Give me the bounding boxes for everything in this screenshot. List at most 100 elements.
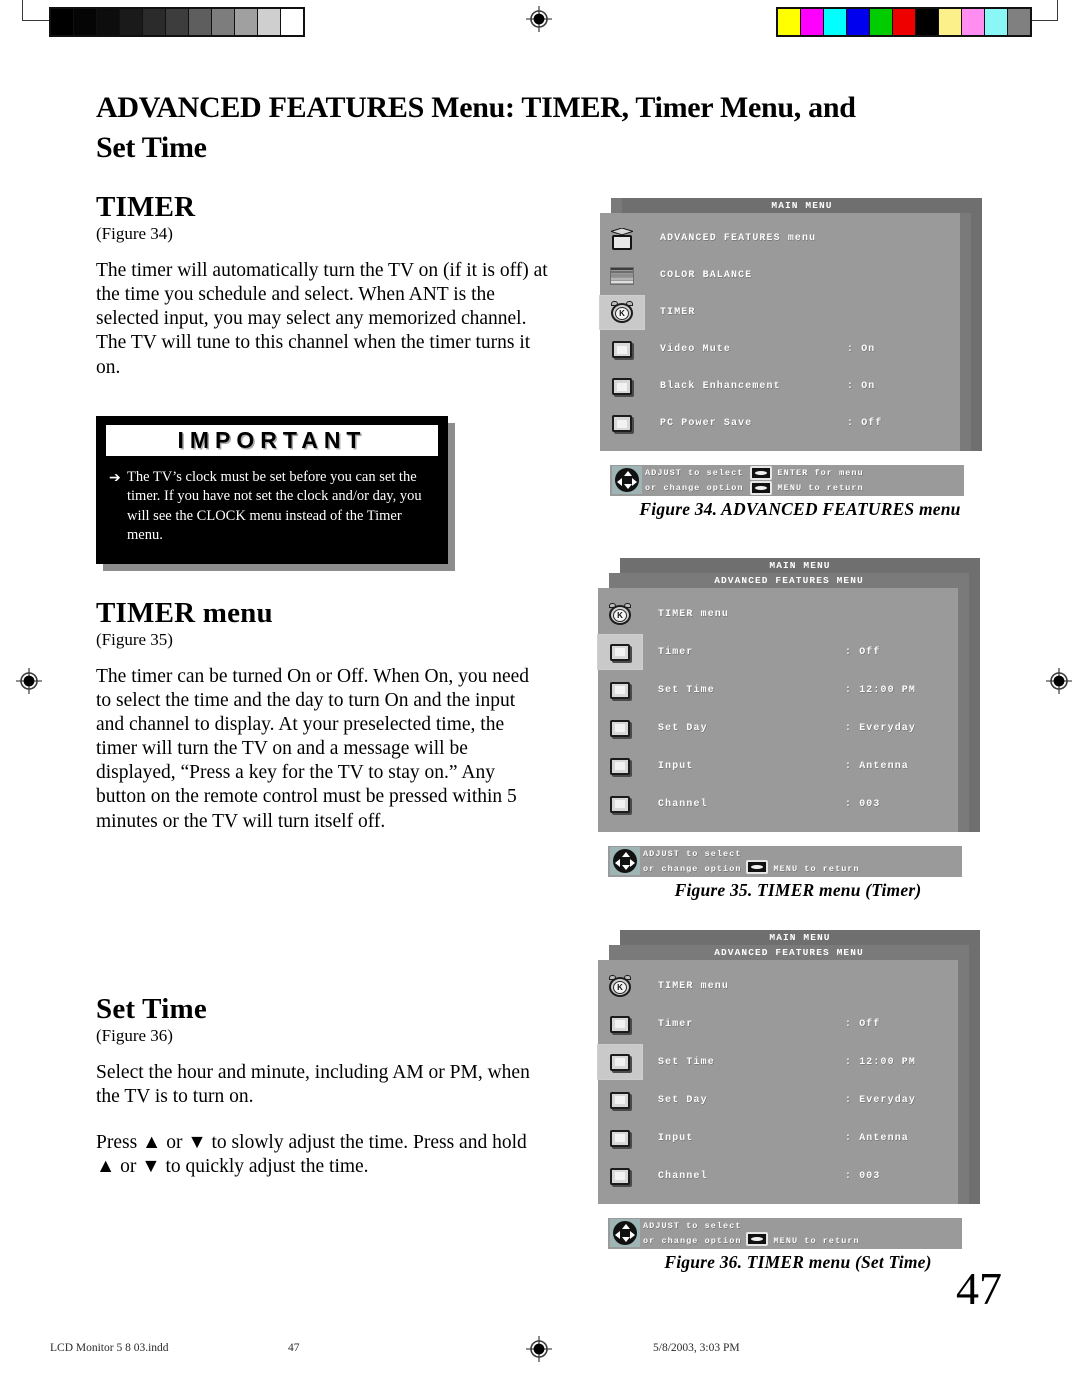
color-patch [824, 9, 847, 35]
hint-line-1: ADJUST to select [643, 848, 742, 859]
menu-row-icon[interactable] [600, 370, 644, 403]
menu-row[interactable]: Input : Antenna [598, 747, 958, 785]
menu-row-icon[interactable] [600, 407, 644, 440]
menu-row[interactable]: K TIMER [600, 294, 960, 331]
section-body-timer: The timer will automatically turn the TV… [96, 259, 548, 378]
menu-row[interactable]: PC Power Save: Off [600, 405, 960, 442]
menu-row-icon[interactable] [598, 711, 642, 745]
menu-row[interactable]: Set Time: 12:00 PM [598, 1043, 958, 1081]
grayscale-patch [258, 9, 281, 35]
menu-row[interactable]: K TIMER menu [598, 595, 958, 633]
menu-row-icon-highlighted[interactable]: K [600, 296, 644, 329]
figure-36-caption: Figure 36. TIMER menu (Set Time) [664, 1252, 932, 1272]
figure-35-caption: Figure 35. TIMER menu (Timer) [674, 880, 922, 900]
menu-row-label: TIMER menu [658, 980, 730, 992]
menu-row-icon[interactable] [600, 333, 644, 366]
menu-row-icon[interactable] [598, 1007, 642, 1041]
menu-row[interactable]: Timer : Off [598, 633, 958, 671]
menu-row[interactable]: K TIMER menu [598, 967, 958, 1005]
print-footer: LCD Monitor 5 8 03.indd 47 5/8/2003, 3:0… [0, 1342, 1080, 1362]
monitor-icon [612, 341, 632, 358]
registration-target-icon [1046, 668, 1072, 694]
menu-row[interactable]: COLOR BALANCE [600, 257, 960, 294]
monitor-icon [612, 378, 632, 395]
figure-34-menu-body: ADVANCED FEATURES menu COLOR BALANCE K TIME… [600, 213, 960, 451]
menu-row[interactable]: Timer: Off [598, 1005, 958, 1043]
menu-row-label: Input [658, 760, 694, 772]
menu-row-icon[interactable] [598, 673, 642, 707]
menu-row-icon[interactable] [598, 749, 642, 783]
menu-row-icon[interactable] [600, 222, 644, 255]
figure-34-block: MAIN MENU ADVANCED FEATURES menu COLOR BAL… [600, 198, 1000, 520]
menu-row-icon[interactable] [598, 787, 642, 821]
monitor-icon [610, 1015, 630, 1033]
registration-target-icon [526, 6, 552, 32]
advanced-features-icon [610, 227, 634, 250]
menu-row-value: : 12:00 PM [845, 684, 917, 696]
menu-row-value: : Everyday [845, 1094, 917, 1106]
menu-button-icon[interactable] [749, 481, 772, 495]
grayscale-patch [120, 9, 143, 35]
timer-clock-icon: K [610, 301, 634, 324]
menu-row[interactable]: Input: Antenna [598, 1119, 958, 1157]
menu-row[interactable]: Set Day : Everyday [598, 1081, 958, 1119]
menu-row-icon[interactable] [598, 1083, 642, 1117]
menu-row-value: : 003 [845, 798, 881, 810]
menu-row-label: Black Enhancement [660, 381, 781, 392]
grayscale-patch [74, 9, 97, 35]
menu-row-label: Channel [658, 798, 708, 810]
monitor-icon [610, 1167, 630, 1185]
menu-row-value: : 003 [845, 1170, 881, 1182]
section-heading-timer-menu: TIMER menu [96, 596, 273, 629]
hint-line-4: MENU to return [773, 864, 860, 874]
adjust-dpad-icon[interactable] [612, 466, 642, 494]
menu-row-value: : On [847, 381, 876, 392]
menu-row-icon-highlighted[interactable] [598, 1045, 642, 1079]
enter-button-icon[interactable] [749, 466, 772, 480]
menu-row-value: : Antenna [845, 760, 909, 772]
menu-row[interactable]: Channel : 003 [598, 1157, 958, 1195]
menu-row[interactable]: ADVANCED FEATURES menu [600, 220, 960, 257]
hint-line-4: MENU to return [777, 482, 864, 493]
menu-row[interactable]: Set Day: Everyday [598, 709, 958, 747]
menu-row-icon-highlighted[interactable] [598, 635, 642, 669]
page-number: 47 [956, 1263, 1002, 1314]
menu-row-label: Channel [658, 1170, 708, 1182]
menu-button-icon[interactable] [745, 1232, 768, 1246]
menu-row-label: Set Time [658, 684, 715, 696]
figure-35-hint-bar: ADJUST to select or change option MENU to … [608, 846, 962, 877]
menu-row-icon[interactable] [598, 1121, 642, 1155]
figure-ref-36: (Figure 36) [96, 1026, 173, 1046]
menu-row-icon[interactable]: K [598, 969, 642, 1003]
menu-row-label: TIMER [660, 307, 696, 318]
menu-row[interactable]: Video Mute: On [600, 331, 960, 368]
menu-row-value: : Off [845, 646, 881, 658]
monitor-icon [610, 795, 630, 813]
arrow-bullet-icon: ➔ [109, 470, 121, 486]
menu-row-icon[interactable] [600, 259, 644, 292]
adjust-dpad-icon[interactable] [610, 1219, 640, 1247]
color-patch [847, 9, 870, 35]
menu-row[interactable]: Black Enhancement : On [600, 368, 960, 405]
section-heading-set-time: Set Time [96, 992, 207, 1025]
section-heading-timer: TIMER [96, 191, 196, 223]
menu-row-label: Timer [658, 1018, 694, 1030]
menu-row[interactable]: Set Time : 12:00 PM [598, 671, 958, 709]
menu-row-label: Timer [658, 646, 694, 658]
important-callout-title: IMPORTANT [106, 424, 438, 456]
menu-button-icon[interactable] [745, 860, 768, 874]
monitor-icon [610, 1129, 630, 1147]
menu-row-label: Set Day [658, 1094, 708, 1106]
footer-timestamp: 5/8/2003, 3:03 PM [653, 1342, 740, 1354]
adjust-dpad-icon[interactable] [610, 847, 640, 875]
menu-row[interactable]: Channel : 003 [598, 785, 958, 823]
menu-row-icon[interactable] [598, 1159, 642, 1193]
grayscale-patch [51, 9, 74, 35]
monitor-icon [612, 415, 632, 432]
figure-34-titlebar: MAIN MENU [622, 198, 982, 213]
menu-row-label: Set Time [658, 1056, 715, 1068]
figure-36-menu-body: K TIMER menu Timer: Off Set Time: 12:00 PM S… [598, 960, 958, 1204]
hint-line-1: ADJUST to select [645, 467, 744, 478]
color-patch [985, 9, 1008, 35]
menu-row-icon[interactable]: K [598, 597, 642, 631]
